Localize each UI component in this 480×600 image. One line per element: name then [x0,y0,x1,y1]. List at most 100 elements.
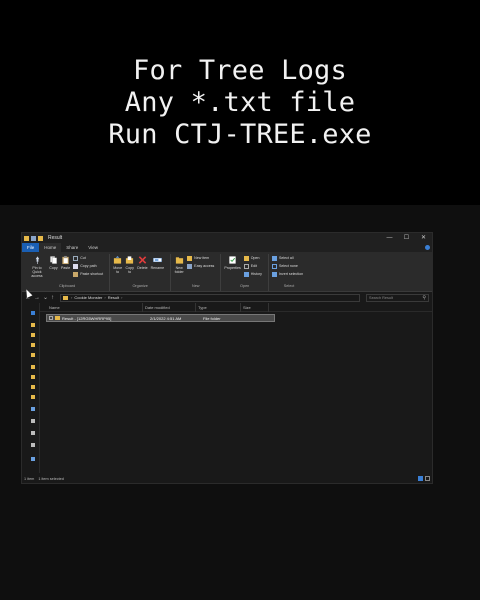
row-checkbox[interactable] [49,316,53,320]
scissors-icon [73,255,79,261]
large-icons-view-icon[interactable] [425,476,430,481]
column-name[interactable]: Name [40,302,143,312]
nav-folder-icon[interactable] [31,323,35,327]
select-label: Select [283,284,295,288]
folder-icon [24,235,29,241]
window-title: Result [48,235,63,241]
window-controls: — ☐ ✕ [381,233,432,243]
paste-icon [62,255,69,265]
recent-chevron-icon[interactable]: ⌄ [43,294,48,301]
details-view-icon[interactable] [418,476,423,481]
select-none-button[interactable]: Select none [271,262,303,270]
rename-icon [153,257,162,263]
select-all-button[interactable]: Select all [271,254,303,262]
new-item-icon [187,255,193,261]
help-icon[interactable] [425,245,430,250]
new-item-button[interactable]: New item [187,254,214,262]
this-pc-icon[interactable] [31,407,35,411]
column-date-modified[interactable]: Date modified [143,302,196,312]
new-group: New folder New item Easy access New [171,254,222,291]
explorer-body: Name Date modified Type Size Result - [1… [22,302,432,473]
rename-button[interactable]: Rename [151,254,164,270]
selection-count: 1 item selected [38,477,64,481]
history-button[interactable]: History [243,270,262,278]
new-folder-button[interactable]: New folder [174,254,184,274]
ribbon-tabs: File Home Share View [22,243,432,252]
nav-folder-icon[interactable] [31,385,35,389]
search-input[interactable]: Search Result ⚲ [366,293,429,302]
copy-path-button[interactable]: Copy path [73,262,103,270]
title-bar: Result — ☐ ✕ [22,233,432,243]
history-icon [243,271,249,277]
address-bar[interactable]: › Cookie Monster › Result › [60,293,361,302]
tab-view[interactable]: View [83,243,103,252]
tab-file[interactable]: File [22,243,40,252]
new-label: New [191,284,200,288]
invert-selection-button[interactable]: Invert selection [271,270,303,278]
breadcrumb-cookie-monster[interactable]: Cookie Monster [74,295,102,300]
column-size[interactable]: Size [241,302,269,312]
close-button[interactable]: ✕ [415,233,432,243]
network-icon[interactable] [31,457,35,461]
nav-folder-icon[interactable] [31,365,35,369]
edit-button[interactable]: Edit [243,262,262,270]
breadcrumb-separator: › [71,295,73,300]
open-icon [243,255,249,261]
easy-access-icon [187,263,193,269]
search-icon: ⚲ [422,294,426,301]
open-button[interactable]: Open [243,254,262,262]
nav-folder-icon[interactable] [31,333,35,337]
new-folder-quick-icon[interactable] [38,235,43,241]
copy-to-icon [126,256,134,264]
drive-icon[interactable] [31,443,35,447]
select-group: Select all Select none Invert selection … [269,254,309,291]
maximize-button[interactable]: ☐ [398,233,415,243]
tab-home[interactable]: Home [39,243,62,252]
breadcrumb-result[interactable]: Result [108,295,119,300]
delete-button[interactable]: Delete [137,254,148,270]
nav-folder-icon[interactable] [31,353,35,357]
table-row[interactable]: Result - [12RG5WHRRP95] 2/1/2022 4:51 AM… [46,314,275,322]
organize-label: Organize [132,284,148,288]
status-bar: 1 item 1 item selected [22,475,432,483]
drive-icon[interactable] [31,431,35,435]
file-list: Name Date modified Type Size Result - [1… [40,302,432,473]
organize-group: Move to Copy to Delete Rename Organize [110,254,172,291]
address-bar-row: ← → ⌄ ↑ › Cookie Monster › Result › Sear… [22,292,432,303]
minimize-button[interactable]: — [381,233,398,243]
move-to-button[interactable]: Move to [113,254,122,274]
paste-button[interactable]: Paste [61,254,70,270]
new-folder-icon [175,257,183,264]
instruction-line-3: Run CTJ-TREE.exe [108,118,372,150]
instruction-line-1: For Tree Logs [133,54,347,86]
open-group: Properties Open Edit History Open [221,254,269,291]
nav-folder-icon[interactable] [31,395,35,399]
nav-folder-icon[interactable] [31,375,35,379]
clipboard-label: Clipboard [58,284,76,288]
pin-quick-access-button[interactable]: Pin to Quick access [28,254,46,278]
tab-share[interactable]: Share [61,243,83,252]
copy-path-icon [73,263,79,269]
properties-button[interactable]: Properties [224,254,241,270]
paste-shortcut-button[interactable]: Paste shortcut [73,270,103,278]
forward-arrow-icon[interactable]: → [34,295,40,301]
properties-icon [229,256,236,264]
breadcrumb-separator: › [121,295,123,300]
column-type[interactable]: Type [196,302,241,312]
nav-folder-icon[interactable] [31,343,35,347]
clipboard-group: Pin to Quick access Copy Paste Cut Copy … [25,254,111,291]
view-toggles [416,476,430,481]
up-arrow-icon[interactable]: ↑ [51,295,54,301]
copy-button[interactable]: Copy [49,254,58,270]
cut-button[interactable]: Cut [73,254,103,262]
search-placeholder: Search Result [369,295,393,300]
quick-access-icon[interactable] [31,311,35,315]
easy-access-button[interactable]: Easy access [187,262,214,270]
properties-quick-icon[interactable] [31,235,36,241]
copy-to-button[interactable]: Copy to [125,254,134,274]
row-date: 2/1/2022 4:51 AM [150,315,182,321]
instruction-line-2: Any *.txt file [124,86,356,118]
drive-icon[interactable] [31,419,35,423]
row-type: File folder [203,315,221,321]
row-name: Result - [12RG5WHRRP95] [62,315,112,321]
